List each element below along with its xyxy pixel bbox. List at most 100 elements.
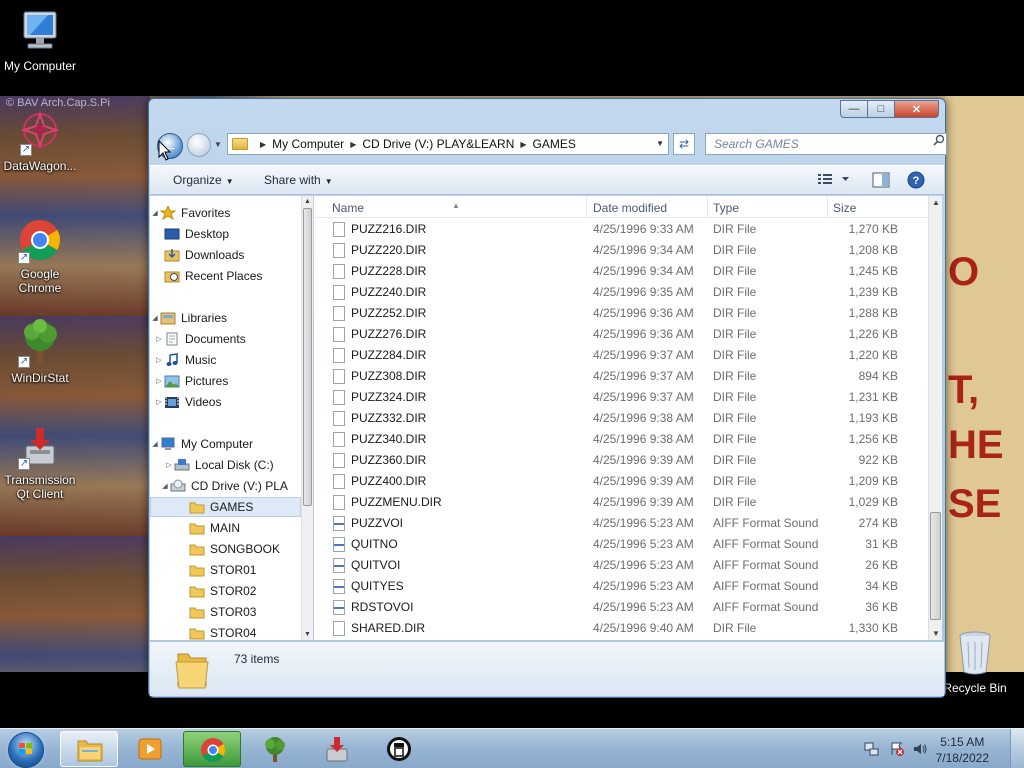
- explorer-window[interactable]: — □ ✕ ← → ▼ ▶ My Computer ▶ CD Drive (V:…: [148, 98, 947, 698]
- scroll-down-icon[interactable]: ▼: [304, 631, 311, 638]
- taskbar-chrome[interactable]: [183, 731, 241, 767]
- breadcrumb-cd-drive[interactable]: CD Drive (V:) PLAY&LEARN: [362, 137, 514, 151]
- taskbar-media-player[interactable]: [121, 731, 179, 767]
- file-row[interactable]: QUITVOI 4/25/1996 5:23 AM AIFF Format Soun…: [314, 555, 928, 576]
- file-row[interactable]: PUZZ216.DIR 4/25/1996 9:33 AM DIR File 1,27…: [314, 219, 928, 240]
- taskbar-app[interactable]: [370, 731, 428, 767]
- nav-videos[interactable]: ▷ Videos: [150, 392, 301, 412]
- expand-arrow-icon[interactable]: ◢: [160, 482, 170, 490]
- file-list-scrollbar[interactable]: ▲ ▼: [928, 196, 942, 640]
- start-button[interactable]: [2, 730, 52, 768]
- collapsed-arrow-icon[interactable]: ▷: [164, 461, 174, 469]
- desktop-icon-windirstat[interactable]: ↗ WinDirStat: [0, 318, 80, 385]
- file-row[interactable]: PUZZ240.DIR 4/25/1996 9:35 AM DIR File 1,23…: [314, 282, 928, 303]
- desktop-icon-recycle-bin[interactable]: Recycle Bin: [935, 630, 1015, 695]
- file-row[interactable]: PUZZ276.DIR 4/25/1996 9:36 AM DIR File 1,22…: [314, 324, 928, 345]
- recent-pages-dropdown[interactable]: ▼: [214, 140, 222, 149]
- file-row[interactable]: PUZZ360.DIR 4/25/1996 9:39 AM DIR File 922 …: [314, 450, 928, 471]
- scrollbar-thumb[interactable]: [930, 512, 941, 620]
- scroll-down-icon[interactable]: ▼: [932, 629, 940, 638]
- address-bar[interactable]: ▶ My Computer ▶ CD Drive (V:) PLAY&LEARN…: [227, 133, 669, 155]
- file-row[interactable]: PUZZ400.DIR 4/25/1996 9:39 AM DIR File 1,20…: [314, 471, 928, 492]
- share-with-button[interactable]: Share with ▼: [264, 173, 333, 187]
- close-button[interactable]: ✕: [895, 100, 939, 118]
- nav-documents[interactable]: ▷ Documents: [150, 329, 301, 349]
- nav-folder-games[interactable]: GAMES: [150, 497, 301, 517]
- file-row[interactable]: SHARED.DIR 4/25/1996 9:40 AM DIR File 1,330…: [314, 618, 928, 639]
- view-options-button[interactable]: [818, 173, 852, 190]
- breadcrumb-my-computer[interactable]: My Computer: [272, 137, 344, 151]
- nav-favorites[interactable]: ◢ Favorites: [150, 203, 301, 223]
- expand-arrow-icon[interactable]: ◢: [150, 209, 160, 217]
- taskbar-transmission[interactable]: [308, 731, 366, 767]
- preview-pane-button[interactable]: [872, 171, 890, 192]
- expand-arrow-icon[interactable]: ◢: [150, 440, 160, 448]
- expand-arrow-icon[interactable]: ◢: [150, 314, 160, 322]
- desktop-icon-chrome[interactable]: ↗ Google Chrome: [0, 218, 80, 295]
- file-row[interactable]: PUZZ284.DIR 4/25/1996 9:37 AM DIR File 1,22…: [314, 345, 928, 366]
- navigation-scrollbar[interactable]: ▲ ▼: [301, 196, 313, 640]
- nav-my-computer[interactable]: ◢ My Computer: [150, 434, 301, 454]
- file-row[interactable]: QUITNO 4/25/1996 5:23 AM AIFF Format Sound…: [314, 534, 928, 555]
- taskbar-windirstat[interactable]: [246, 731, 304, 767]
- scroll-up-icon[interactable]: ▲: [304, 198, 311, 205]
- show-desktop-button[interactable]: [1010, 729, 1024, 768]
- chevron-right-icon[interactable]: ▶: [520, 140, 526, 149]
- collapsed-arrow-icon[interactable]: ▷: [154, 335, 164, 343]
- nav-folder-stor01[interactable]: STOR01: [150, 560, 301, 580]
- nav-cd-drive[interactable]: ◢ CD Drive (V:) PLA: [150, 476, 301, 496]
- file-row[interactable]: PUZZ340.DIR 4/25/1996 9:38 AM DIR File 1,25…: [314, 429, 928, 450]
- desktop-icon-datawagon[interactable]: ↗ DataWagon...: [0, 110, 80, 173]
- collapsed-arrow-icon[interactable]: ▷: [154, 398, 164, 406]
- nav-downloads[interactable]: Downloads: [150, 245, 301, 265]
- network-icon[interactable]: [864, 741, 880, 757]
- nav-local-disk[interactable]: ▷ Local Disk (C:): [150, 455, 301, 475]
- collapsed-arrow-icon[interactable]: ▷: [154, 356, 164, 364]
- taskbar-explorer[interactable]: [60, 731, 118, 767]
- volume-icon[interactable]: [912, 741, 928, 757]
- column-size[interactable]: Size: [833, 201, 856, 215]
- breadcrumb-games[interactable]: GAMES: [533, 137, 576, 151]
- chevron-right-icon[interactable]: ▶: [350, 140, 356, 149]
- desktop-icon-my-computer[interactable]: My Computer: [0, 8, 80, 73]
- chevron-right-icon[interactable]: ▶: [260, 140, 266, 149]
- desktop-icon-transmission[interactable]: ↗ Transmission Qt Client: [0, 424, 80, 501]
- column-type[interactable]: Type: [713, 201, 739, 215]
- scroll-up-icon[interactable]: ▲: [932, 198, 940, 207]
- column-divider[interactable]: [827, 196, 828, 218]
- file-row[interactable]: PUZZ228.DIR 4/25/1996 9:34 AM DIR File 1,24…: [314, 261, 928, 282]
- column-date-modified[interactable]: Date modified: [593, 201, 667, 215]
- help-button[interactable]: ?: [907, 171, 925, 192]
- file-row[interactable]: PUZZ324.DIR 4/25/1996 9:37 AM DIR File 1,23…: [314, 387, 928, 408]
- scrollbar-thumb[interactable]: [303, 208, 312, 506]
- search-icon[interactable]: [933, 134, 945, 146]
- file-row[interactable]: PUZZ252.DIR 4/25/1996 9:36 AM DIR File 1,28…: [314, 303, 928, 324]
- nav-folder-stor04[interactable]: STOR04: [150, 623, 301, 640]
- action-center-icon[interactable]: [889, 741, 905, 757]
- minimize-button[interactable]: —: [840, 100, 868, 118]
- file-row[interactable]: RDSTOVOI 4/25/1996 5:23 AM AIFF Format Sou…: [314, 597, 928, 618]
- column-divider[interactable]: [586, 196, 587, 218]
- file-row[interactable]: PUZZVOI 4/25/1996 5:23 AM AIFF Format Soun…: [314, 513, 928, 534]
- file-row[interactable]: PUZZ220.DIR 4/25/1996 9:34 AM DIR File 1,20…: [314, 240, 928, 261]
- collapsed-arrow-icon[interactable]: ▷: [154, 377, 164, 385]
- file-row[interactable]: PUZZMENU.DIR 4/25/1996 9:39 AM DIR File 1,0…: [314, 492, 928, 513]
- nav-libraries[interactable]: ◢ Libraries: [150, 308, 301, 328]
- file-row[interactable]: PUZZ308.DIR 4/25/1996 9:37 AM DIR File 894 …: [314, 366, 928, 387]
- column-name[interactable]: Name: [332, 201, 364, 215]
- nav-folder-stor03[interactable]: STOR03: [150, 602, 301, 622]
- column-divider[interactable]: [707, 196, 708, 218]
- maximize-button[interactable]: □: [868, 100, 895, 118]
- forward-button[interactable]: →: [187, 133, 211, 157]
- nav-music[interactable]: ▷ Music: [150, 350, 301, 370]
- nav-pictures[interactable]: ▷ Pictures: [150, 371, 301, 391]
- refresh-button[interactable]: ⇄: [673, 133, 695, 155]
- file-row[interactable]: QUITYES 4/25/1996 5:23 AM AIFF Format Soun…: [314, 576, 928, 597]
- organize-button[interactable]: Organize ▼: [173, 173, 234, 187]
- nav-folder-main[interactable]: MAIN: [150, 518, 301, 538]
- nav-desktop[interactable]: Desktop: [150, 224, 301, 244]
- nav-recent-places[interactable]: Recent Places: [150, 266, 301, 286]
- search-input[interactable]: Search GAMES: [705, 133, 947, 155]
- clock[interactable]: 5:15 AM 7/18/2022: [936, 734, 989, 766]
- file-row[interactable]: PUZZ332.DIR 4/25/1996 9:38 AM DIR File 1,19…: [314, 408, 928, 429]
